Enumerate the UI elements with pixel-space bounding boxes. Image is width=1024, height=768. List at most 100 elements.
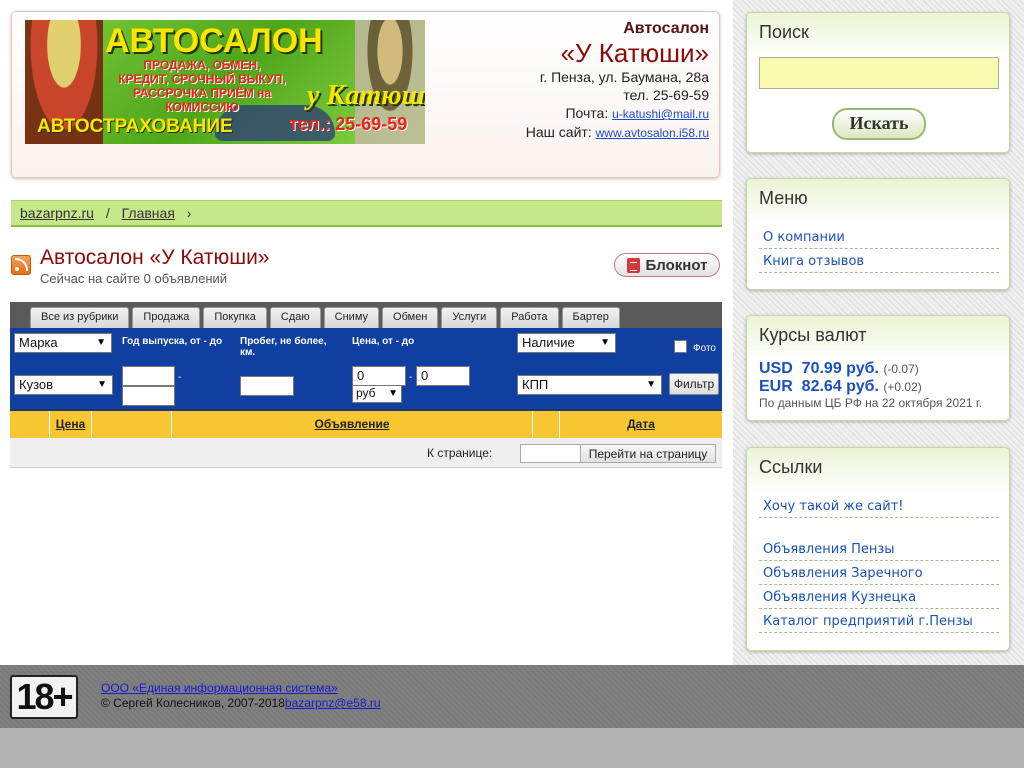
body-select-value: Кузов xyxy=(19,377,54,392)
menu-item-reviews-link[interactable]: Книга отзывов xyxy=(763,254,864,269)
footer-company-link[interactable]: ООО «Единая информационная система» xyxy=(101,681,338,695)
gearbox-select-value: КПП xyxy=(522,377,549,392)
breadcrumb: bazarpnz.ru / Главная › xyxy=(11,200,722,227)
company-address: г. Пенза, ул. Баумана, 28а xyxy=(539,69,709,85)
tab-purchase[interactable]: Покупка xyxy=(203,307,267,328)
rate-usd-code: USD xyxy=(759,360,793,377)
page-number-input[interactable] xyxy=(520,444,581,463)
year-from-input[interactable] xyxy=(122,366,175,386)
sort-listing-link[interactable]: Объявление xyxy=(315,417,390,431)
rate-eur: EUR 82.64 руб. (+0.02) xyxy=(759,378,922,396)
search-title: Поиск xyxy=(759,22,809,42)
menu-item-about: О компании xyxy=(759,226,999,249)
company-phone: тел. 25-69-59 xyxy=(623,87,709,103)
gearbox-select[interactable]: КПП ▼ xyxy=(517,375,662,395)
links-widget: Ссылки Хочу такой же сайт! Объявления Пе… xyxy=(746,447,1010,651)
age-rating-badge: 18+ xyxy=(10,675,78,719)
footer-copyright: © Сергей Колесников, 2007-2018 xyxy=(101,696,285,710)
page-title: Автосалон «У Катюши» xyxy=(40,246,270,269)
body-select[interactable]: Кузов ▼ xyxy=(14,375,113,395)
rate-usd-value: 70.99 руб. xyxy=(801,360,879,377)
breadcrumb-trail-icon: › xyxy=(186,205,192,221)
year-to-input[interactable] xyxy=(122,386,175,406)
rate-eur-code: EUR xyxy=(759,378,793,395)
tab-services[interactable]: Услуги xyxy=(441,307,498,328)
link-kuznetsk-ads-anchor[interactable]: Объявления Кузнецка xyxy=(763,590,916,605)
links-title: Ссылки xyxy=(759,457,823,477)
link-zarechny-ads-anchor[interactable]: Объявления Заречного xyxy=(763,566,923,581)
sort-price-link[interactable]: Цена xyxy=(56,417,86,431)
company-name: «У Катюши» xyxy=(560,38,709,68)
rate-usd-change: (-0.07) xyxy=(883,362,919,376)
menu-title: Меню xyxy=(759,188,808,208)
link-penza-ads-anchor[interactable]: Объявления Пензы xyxy=(763,542,895,557)
link-zarechny-ads: Объявления Заречного xyxy=(759,562,999,585)
menu-item-about-link[interactable]: О компании xyxy=(763,230,845,245)
sort-date-link[interactable]: Дата xyxy=(627,417,655,431)
breadcrumb-home-link[interactable]: bazarpnz.ru xyxy=(20,205,94,221)
notepad-button[interactable]: Блокнот xyxy=(614,253,720,277)
footer-email-link[interactable]: bazarpnz@e58.ru xyxy=(285,696,381,710)
menu-widget: Меню О компании Книга отзывов xyxy=(746,178,1010,290)
rate-usd: USD 70.99 руб. (-0.07) xyxy=(759,360,919,378)
footer-copyright-line: © Сергей Колесников, 2007-2018bazarpnz@e… xyxy=(101,696,381,711)
make-select-value: Марка xyxy=(19,335,58,350)
mileage-input[interactable] xyxy=(240,376,294,396)
link-penza-ads: Объявления Пензы xyxy=(759,538,999,561)
breadcrumb-main-link[interactable]: Главная xyxy=(122,205,175,221)
column-select xyxy=(10,411,50,438)
tab-rent-out[interactable]: Сдаю xyxy=(269,307,321,328)
page-subtitle: Сейчас на сайте 0 объявлений xyxy=(40,271,228,286)
tab-rent[interactable]: Сниму xyxy=(323,307,380,328)
chevron-down-icon: ▼ xyxy=(96,337,106,348)
photo-checkbox[interactable] xyxy=(674,340,687,353)
availability-select-value: Наличие xyxy=(522,335,575,350)
company-email-line: Почта: u-katushi@mail.ru xyxy=(526,104,709,123)
link-kuznetsk-ads: Объявления Кузнецка xyxy=(759,586,999,609)
notepad-icon xyxy=(626,257,640,273)
menu-item-reviews: Книга отзывов xyxy=(759,250,999,273)
footer-company-line: ООО «Единая информационная система» xyxy=(101,681,381,696)
tab-exchange[interactable]: Обмен xyxy=(382,307,439,328)
link-penza-catalog: Каталог предприятий г.Пензы xyxy=(759,610,999,633)
company-site-line: Наш сайт: www.avtosalon.i58.ru xyxy=(526,123,709,142)
company-label: Автосалон xyxy=(623,20,709,37)
search-widget: Поиск Искать xyxy=(746,12,1010,153)
tab-sale[interactable]: Продажа xyxy=(132,307,201,328)
banner-insurance: АВТОСТРАХОВАНИЕ xyxy=(37,116,233,137)
footer-text: ООО «Единая информационная система» © Се… xyxy=(101,681,381,711)
currency-select[interactable]: руб ▼ xyxy=(352,385,402,403)
notepad-label: Блокнот xyxy=(645,256,708,274)
email-link[interactable]: u-katushi@mail.ru xyxy=(612,107,709,121)
pagination-bar: К странице: Перейти на страницу xyxy=(10,438,722,468)
banner-services: ПРОДАЖА, ОБМЕН, КРЕДИТ, СРОЧНЫЙ ВЫКУП, Р… xyxy=(118,58,286,114)
search-input[interactable] xyxy=(759,57,999,89)
header-banner[interactable]: АВТОСАЛОН ПРОДАЖА, ОБМЕН, КРЕДИТ, СРОЧНЫ… xyxy=(25,20,425,144)
price-to-input[interactable]: 0 xyxy=(416,366,470,386)
currency-select-value: руб xyxy=(356,386,376,400)
banner-brand: у Катюши xyxy=(307,80,425,111)
make-select[interactable]: Марка ▼ xyxy=(14,333,112,353)
results-table-header: Цена Объявление Дата xyxy=(10,409,722,438)
availability-select[interactable]: Наличие ▼ xyxy=(517,333,616,353)
search-button[interactable]: Искать xyxy=(832,108,926,140)
link-want-site-anchor[interactable]: Хочу такой же сайт! xyxy=(763,499,903,514)
rates-widget: Курсы валют USD 70.99 руб. (-0.07) EUR 8… xyxy=(746,315,1010,421)
email-label: Почта: xyxy=(565,105,609,121)
tab-jobs[interactable]: Работа xyxy=(500,307,559,328)
tab-all[interactable]: Все из рубрики xyxy=(30,307,130,328)
filter-button[interactable]: Фильтр xyxy=(669,373,719,395)
column-listing: Объявление xyxy=(172,411,533,438)
price-label: Цена, от - до xyxy=(352,336,415,347)
goto-page-button[interactable]: Перейти на страницу xyxy=(580,444,716,463)
tab-barter[interactable]: Бартер xyxy=(561,307,620,328)
price-dash: - xyxy=(409,372,413,383)
site-link[interactable]: www.avtosalon.i58.ru xyxy=(596,126,709,140)
rss-icon[interactable] xyxy=(11,255,31,275)
price-from-input[interactable]: 0 xyxy=(352,366,406,386)
header-card: АВТОСАЛОН ПРОДАЖА, ОБМЕН, КРЕДИТ, СРОЧНЫ… xyxy=(11,11,720,178)
category-tabs: Все из рубрики Продажа Покупка Сдаю Сним… xyxy=(10,302,722,328)
link-penza-catalog-anchor[interactable]: Каталог предприятий г.Пензы xyxy=(763,614,973,629)
filter-panel: Марка ▼ Кузов ▼ Год выпуска, от - до - П… xyxy=(10,328,722,409)
rate-eur-value: 82.64 руб. xyxy=(801,378,879,395)
